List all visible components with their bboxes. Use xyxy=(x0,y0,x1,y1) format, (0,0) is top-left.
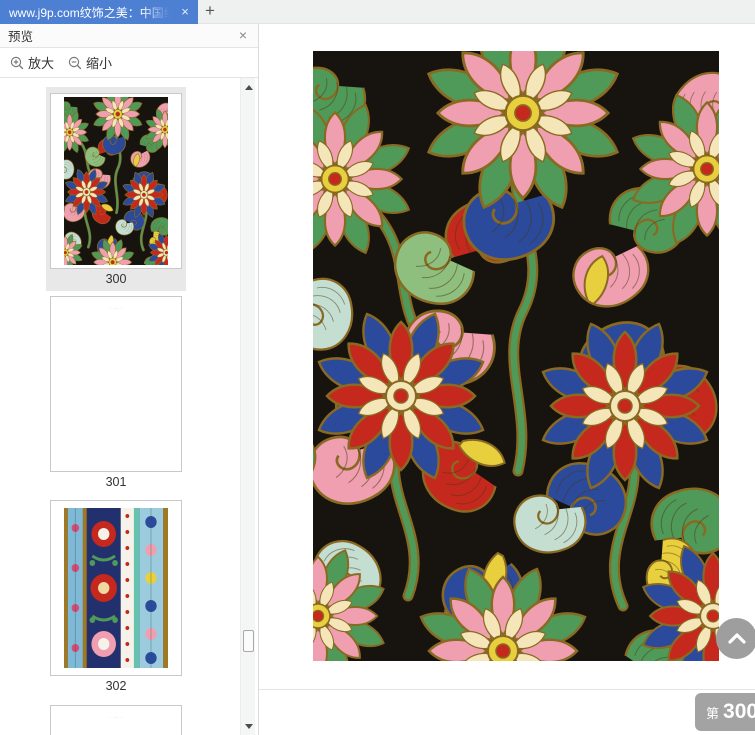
page-300-plate-image xyxy=(313,51,719,661)
thumbnail-page-303-partial[interactable]: · ··· · xyxy=(50,705,182,735)
preview-panel-title: 预览 xyxy=(8,30,34,44)
badge-page-number: 300 xyxy=(723,700,755,723)
browser-tab-bar: www.j9p.com纹饰之美：中国纹 × + xyxy=(0,0,755,24)
back-to-top-button[interactable] xyxy=(716,618,755,659)
zoom-in-icon xyxy=(10,56,24,69)
thumbnail-301-tiny-text: · ··· · xyxy=(109,306,123,311)
badge-prefix: 第 xyxy=(706,705,720,721)
zoom-out-button[interactable]: 缩小 xyxy=(68,53,112,72)
tab-close-icon[interactable]: × xyxy=(178,0,192,24)
content-bottom-divider xyxy=(259,689,755,690)
zoom-out-label: 缩小 xyxy=(86,56,113,71)
preview-panel-close-icon[interactable]: × xyxy=(235,24,251,48)
thumbnail-list: 300 · ··· · 301 302 · ··· · xyxy=(0,78,240,735)
zoom-out-icon xyxy=(68,56,82,69)
browser-tab-active[interactable]: www.j9p.com纹饰之美：中国纹 × xyxy=(0,0,198,24)
sidebar-scrollbar[interactable] xyxy=(240,78,255,735)
tab-title: www.j9p.com纹饰之美：中国纹 xyxy=(9,5,172,20)
thumbnail-image-302 xyxy=(64,508,168,668)
zoom-toolbar: 放大 缩小 xyxy=(0,48,258,78)
triangle-up-icon xyxy=(244,84,253,90)
zoom-in-label: 放大 xyxy=(28,56,55,71)
chevron-up-icon xyxy=(727,632,746,644)
scrollbar-down-arrow[interactable] xyxy=(241,719,256,733)
thumbnail-page-300[interactable] xyxy=(50,93,182,269)
page-number-badge: 第 300 页 xyxy=(695,693,755,731)
thumbnail-label-301: 301 xyxy=(105,475,127,489)
thumbnail-303-tiny-text: · ··· · xyxy=(109,715,123,720)
triangle-down-icon xyxy=(244,723,253,729)
thumbnail-label-300: 300 xyxy=(105,272,127,286)
scrollbar-thumb[interactable] xyxy=(243,630,254,652)
zoom-in-button[interactable]: 放大 xyxy=(10,53,54,72)
sidebar-divider xyxy=(258,24,259,735)
thumbnail-page-301[interactable]: · ··· · xyxy=(50,296,182,472)
thumbnail-image-300 xyxy=(64,97,168,265)
thumbnail-page-302[interactable] xyxy=(50,500,182,676)
scrollbar-up-arrow[interactable] xyxy=(241,80,256,94)
thumbnail-label-302: 302 xyxy=(105,679,127,693)
preview-panel-header: 预览 × xyxy=(0,24,258,48)
new-tab-button[interactable]: + xyxy=(197,0,223,24)
